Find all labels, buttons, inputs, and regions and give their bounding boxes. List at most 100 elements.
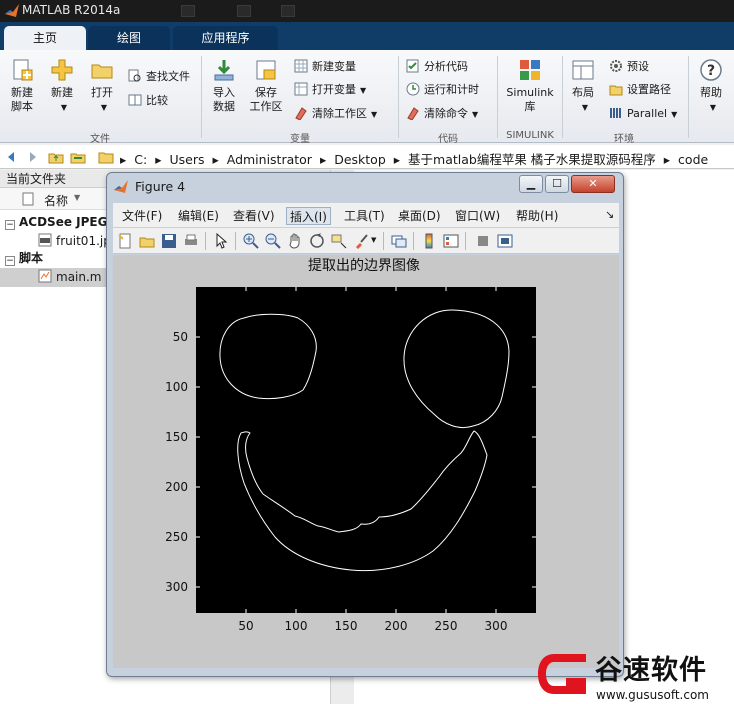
menu-insert[interactable]: 插入(I) bbox=[286, 207, 331, 225]
name-column-header[interactable]: 名称 bbox=[44, 192, 68, 209]
parallel-button[interactable]: Parallel ▼ bbox=[609, 105, 677, 123]
pointer-icon[interactable] bbox=[213, 233, 229, 249]
brush-icon[interactable] bbox=[353, 233, 369, 249]
chevron-down-icon: ▼ bbox=[371, 110, 378, 119]
pan-hand-icon[interactable] bbox=[287, 233, 303, 249]
menu-view[interactable]: 查看(V) bbox=[230, 207, 278, 225]
ribbon-tab-strip: 主页 绘图 应用程序 bbox=[0, 22, 734, 50]
dock-arrow-icon[interactable]: ↘ bbox=[605, 208, 614, 221]
legend-icon[interactable] bbox=[443, 233, 459, 249]
collapse-icon[interactable]: − bbox=[5, 256, 15, 266]
breadcrumb-item[interactable]: code bbox=[678, 152, 708, 167]
breadcrumb-item[interactable]: Users bbox=[169, 152, 204, 167]
sort-down-icon[interactable]: ▼ bbox=[74, 193, 80, 202]
help-button[interactable]: ? 帮助 ▼ bbox=[695, 58, 727, 115]
find-files-button[interactable]: 查找文件 bbox=[128, 68, 190, 86]
close-button[interactable]: ✕ bbox=[571, 175, 615, 193]
plot-title: 提取出的边界图像 bbox=[308, 258, 420, 274]
y-tick-label: 300 bbox=[165, 580, 188, 594]
up-folder-icon[interactable] bbox=[48, 149, 64, 165]
rotate-3d-icon[interactable] bbox=[309, 233, 325, 249]
analyze-code-button[interactable]: 分析代码 bbox=[406, 58, 468, 76]
menu-help[interactable]: 帮助(H) bbox=[513, 207, 561, 225]
zoom-in-icon[interactable] bbox=[243, 233, 259, 249]
file-group-label: ACDSee JPEG bbox=[19, 215, 108, 229]
tab-apps[interactable]: 应用程序 bbox=[173, 26, 278, 50]
preferences-button[interactable]: 预设 bbox=[609, 58, 649, 76]
folder-icon bbox=[98, 152, 114, 164]
open-button[interactable]: 打开 ▼ bbox=[86, 58, 118, 115]
chevron-down-icon: ▼ bbox=[100, 103, 108, 112]
breadcrumb-item[interactable]: Administrator bbox=[227, 152, 312, 167]
import-data-label: 导入 数据 bbox=[213, 86, 235, 113]
breadcrumb-item[interactable]: Desktop bbox=[334, 152, 386, 167]
breadcrumb-item[interactable]: 基于matlab编程苹果 橘子水果提取源码程序 bbox=[408, 152, 656, 167]
tab-home[interactable]: 主页 bbox=[4, 26, 86, 50]
set-path-label: 设置路径 bbox=[627, 83, 671, 96]
run-and-time-icon bbox=[406, 82, 420, 96]
new-script-label: 新建 脚本 bbox=[11, 86, 33, 113]
svg-text:?: ? bbox=[707, 63, 715, 79]
import-data-button[interactable]: 导入 数据 bbox=[206, 58, 242, 114]
save-workspace-icon bbox=[256, 60, 276, 80]
browse-folder-icon[interactable] bbox=[70, 149, 86, 165]
maximize-button[interactable]: ☐ bbox=[545, 175, 569, 193]
menu-edit[interactable]: 编辑(E) bbox=[175, 207, 222, 225]
layout-icon bbox=[572, 60, 594, 80]
collapse-icon[interactable]: − bbox=[5, 220, 15, 230]
new-variable-button[interactable]: 新建变量 bbox=[294, 58, 356, 76]
set-path-icon bbox=[609, 85, 623, 96]
simulink-library-button[interactable]: Simulink 库 bbox=[503, 58, 557, 114]
clear-workspace-icon bbox=[295, 107, 307, 120]
new-variable-icon bbox=[294, 59, 308, 73]
new-button[interactable]: 新建 ▼ bbox=[46, 58, 78, 115]
print-icon[interactable] bbox=[183, 233, 199, 249]
open-file-icon[interactable] bbox=[139, 233, 155, 249]
gear-icon bbox=[610, 60, 622, 72]
figure-window[interactable]: Figure 4 ▁ ☐ ✕ 文件(F) 编辑(E) 查看(V) 插入(I) 工… bbox=[106, 172, 624, 677]
open-variable-icon bbox=[294, 82, 308, 96]
set-path-button[interactable]: 设置路径 bbox=[609, 81, 671, 99]
save-workspace-button[interactable]: 保存 工作区 bbox=[247, 58, 285, 114]
save-icon[interactable] bbox=[161, 233, 177, 249]
find-files-icon bbox=[128, 69, 141, 82]
code-section-label: 代码 bbox=[438, 134, 458, 145]
layout-button[interactable]: 布局 ▼ bbox=[566, 58, 600, 115]
x-tick-label: 200 bbox=[385, 619, 408, 633]
run-and-time-label: 运行和计时 bbox=[424, 83, 479, 96]
environment-section-label: 环境 bbox=[614, 134, 634, 145]
zoom-out-icon[interactable] bbox=[265, 233, 281, 249]
chevron-down-icon: ▼ bbox=[581, 103, 589, 112]
forward-arrow-icon[interactable] bbox=[24, 149, 40, 165]
hide-plot-tools-icon[interactable] bbox=[475, 233, 491, 249]
file-section-label: 文件 bbox=[90, 134, 110, 145]
menu-window[interactable]: 窗口(W) bbox=[452, 207, 503, 225]
jpeg-file-icon bbox=[38, 233, 52, 247]
watermark-brand: 谷速软件 bbox=[595, 655, 707, 686]
simulink-icon bbox=[520, 60, 540, 80]
open-variable-button[interactable]: 打开变量 ▼ bbox=[294, 81, 366, 99]
back-arrow-icon[interactable] bbox=[4, 149, 20, 165]
menu-file[interactable]: 文件(F) bbox=[119, 207, 165, 225]
colorbar-icon[interactable] bbox=[421, 233, 437, 249]
clear-workspace-button[interactable]: 清除工作区 ▼ bbox=[294, 105, 377, 123]
compare-button[interactable]: 比较 bbox=[128, 92, 168, 110]
link-plot-icon[interactable] bbox=[391, 233, 407, 249]
minimize-button[interactable]: ▁ bbox=[519, 175, 543, 193]
ribbon-divider bbox=[398, 56, 399, 138]
clear-commands-button[interactable]: 清除命令 ▼ bbox=[406, 105, 478, 123]
y-tick-label: 150 bbox=[165, 430, 188, 444]
data-cursor-icon[interactable] bbox=[331, 233, 347, 249]
menu-desktop[interactable]: 桌面(D) bbox=[395, 207, 444, 225]
window-ghost-control bbox=[237, 5, 251, 17]
new-script-button[interactable]: 新建 脚本 bbox=[4, 58, 40, 114]
figure-menu-bar: 文件(F) 编辑(E) 查看(V) 插入(I) 工具(T) 桌面(D) 窗口(W… bbox=[113, 203, 619, 227]
new-figure-icon[interactable] bbox=[117, 233, 133, 249]
tab-plots[interactable]: 绘图 bbox=[88, 26, 170, 50]
show-plot-tools-icon[interactable] bbox=[497, 233, 513, 249]
run-and-time-button[interactable]: 运行和计时 bbox=[406, 81, 479, 99]
breadcrumb-item[interactable]: C: bbox=[134, 152, 147, 167]
chevron-down-icon[interactable]: ▼ bbox=[371, 236, 376, 244]
y-tick-label: 250 bbox=[165, 530, 188, 544]
menu-tools[interactable]: 工具(T) bbox=[341, 207, 388, 225]
